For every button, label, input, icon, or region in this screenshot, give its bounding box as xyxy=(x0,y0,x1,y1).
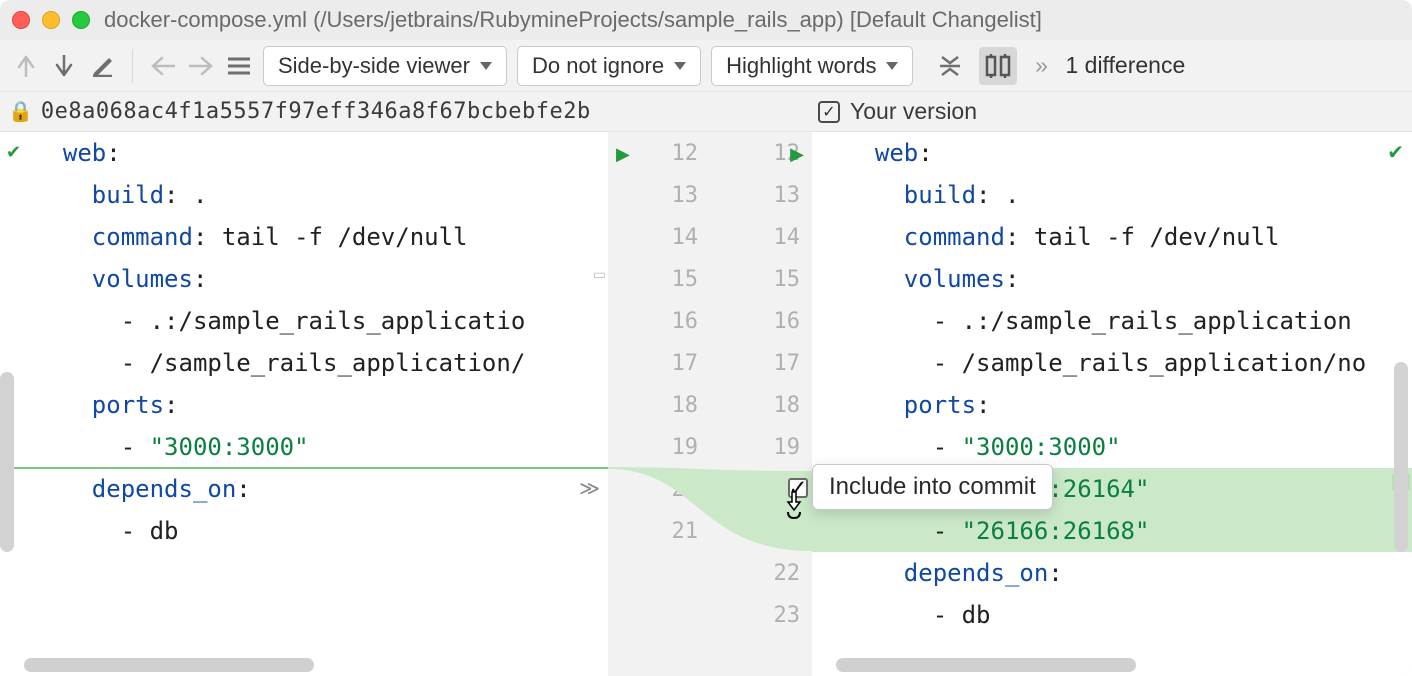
line-number[interactable]: 15 xyxy=(608,258,710,300)
line-number[interactable]: 13 xyxy=(608,174,710,216)
zoom-window-button[interactable] xyxy=(72,11,90,29)
code-line[interactable]: depends_on: xyxy=(812,552,1412,594)
code-line[interactable]: - /sample_rails_application/ xyxy=(0,342,608,384)
code-line[interactable]: - "26166:26168" xyxy=(812,510,1412,552)
fold-icon[interactable]: ▭ xyxy=(593,266,606,283)
line-number[interactable]: 15 xyxy=(710,258,812,300)
diff-toolbar: Side-by-side viewer Do not ignore Highli… xyxy=(0,40,1412,92)
collapse-unchanged-icon[interactable] xyxy=(931,47,969,85)
code-line[interactable]: ports: xyxy=(0,384,608,426)
prev-diff-icon[interactable] xyxy=(12,52,40,80)
right-code-pane[interactable]: ✔ web: build: . command: tail -f /dev/nu… xyxy=(812,132,1412,676)
line-number[interactable]: 19 xyxy=(608,426,710,468)
code-line[interactable]: - "3000:3000" xyxy=(0,426,608,468)
pane-headers: 🔒 0e8a068ac4f1a5557f97eff346a8f67bcbebfe… xyxy=(0,92,1412,132)
code-line[interactable]: - /sample_rails_application/no xyxy=(812,342,1412,384)
apply-change-icon[interactable]: ≫ xyxy=(579,476,600,501)
forward-icon[interactable] xyxy=(187,52,215,80)
code-line[interactable]: build: . xyxy=(812,174,1412,216)
expand-icon[interactable]: » xyxy=(1027,52,1055,80)
line-number[interactable]: 13 xyxy=(710,174,812,216)
close-window-button[interactable] xyxy=(12,11,30,29)
line-number[interactable]: 16 xyxy=(608,300,710,342)
lock-icon: 🔒 xyxy=(8,99,33,124)
code-line[interactable]: build: . xyxy=(0,174,608,216)
viewer-mode-dropdown[interactable]: Side-by-side viewer xyxy=(263,46,507,86)
diff-count: 1 difference xyxy=(1065,52,1185,79)
ignore-mode-label: Do not ignore xyxy=(532,53,664,79)
right-vertical-scrollbar[interactable] xyxy=(1394,132,1408,656)
line-number[interactable]: 23 xyxy=(710,594,812,636)
line-number[interactable]: 17 xyxy=(710,342,812,384)
code-line[interactable]: - "3000:3000" xyxy=(812,426,1412,468)
sync-scroll-icon[interactable] xyxy=(979,47,1017,85)
include-version-checkbox[interactable]: ✓ xyxy=(818,101,840,123)
code-line[interactable]: - .:/sample_rails_application xyxy=(812,300,1412,342)
tooltip: Include into commit xyxy=(812,464,1053,510)
code-line[interactable]: - .:/sample_rails_applicatio xyxy=(0,300,608,342)
tooltip-text: Include into commit xyxy=(829,473,1036,500)
chevron-down-icon xyxy=(480,62,492,70)
diff-window: docker-compose.yml (/Users/jetbrains/Rub… xyxy=(0,0,1412,676)
right-pane-header: ✓ Your version xyxy=(812,92,1412,131)
line-number[interactable]: 18 xyxy=(710,384,812,426)
left-vertical-scrollbar[interactable] xyxy=(0,132,14,656)
separator xyxy=(132,49,133,83)
viewer-mode-label: Side-by-side viewer xyxy=(278,53,470,79)
chevron-down-icon xyxy=(886,62,898,70)
code-line[interactable]: - db xyxy=(0,510,608,552)
diff-body: ✔ web: build: . command: tail -f /dev/nu… xyxy=(0,132,1412,676)
left-horizontal-scrollbar[interactable] xyxy=(0,658,608,672)
line-number[interactable]: 17 xyxy=(608,342,710,384)
window-controls xyxy=(12,11,90,29)
left-pane-header: 🔒 0e8a068ac4f1a5557f97eff346a8f67bcbebfe… xyxy=(0,92,608,131)
list-icon[interactable] xyxy=(225,52,253,80)
line-number[interactable]: 14 xyxy=(608,216,710,258)
commit-sha: 0e8a068ac4f1a5557f97eff346a8f67bcbebfe2b xyxy=(41,99,591,124)
back-icon[interactable] xyxy=(149,52,177,80)
window-title: docker-compose.yml (/Users/jetbrains/Rub… xyxy=(104,7,1042,33)
code-line[interactable]: depends_on: xyxy=(0,468,608,510)
line-number[interactable]: 16 xyxy=(710,300,812,342)
line-number-gutter: ▶ 12131415161718192021 ▶ ✓ 1213141516171… xyxy=(608,132,812,676)
edit-icon[interactable] xyxy=(88,52,116,80)
code-line[interactable]: web: xyxy=(812,132,1412,174)
cursor-icon xyxy=(782,490,810,527)
right-version-label: Your version xyxy=(850,98,977,125)
chevron-down-icon xyxy=(674,62,686,70)
highlight-mode-label: Highlight words xyxy=(726,53,876,79)
left-code-pane[interactable]: ✔ web: build: . command: tail -f /dev/nu… xyxy=(0,132,608,676)
code-line[interactable]: web: xyxy=(0,132,608,174)
code-line[interactable]: command: tail -f /dev/null xyxy=(0,216,608,258)
code-line[interactable]: command: tail -f /dev/null xyxy=(812,216,1412,258)
code-line[interactable]: ports: xyxy=(812,384,1412,426)
code-line[interactable]: - db xyxy=(812,594,1412,636)
minimize-window-button[interactable] xyxy=(42,11,60,29)
line-number[interactable]: 22 xyxy=(710,552,812,594)
diff-marker-line xyxy=(0,467,608,469)
code-line[interactable]: volumes: xyxy=(0,258,608,300)
ignore-mode-dropdown[interactable]: Do not ignore xyxy=(517,46,701,86)
code-line[interactable]: volumes: xyxy=(812,258,1412,300)
next-diff-icon[interactable] xyxy=(50,52,78,80)
line-number[interactable]: 18 xyxy=(608,384,710,426)
titlebar: docker-compose.yml (/Users/jetbrains/Rub… xyxy=(0,0,1412,40)
right-horizontal-scrollbar[interactable] xyxy=(812,658,1412,672)
run-icon[interactable]: ▶ xyxy=(616,144,630,165)
highlight-mode-dropdown[interactable]: Highlight words xyxy=(711,46,913,86)
line-number[interactable]: 19 xyxy=(710,426,812,468)
run-icon[interactable]: ▶ xyxy=(790,144,804,165)
line-number[interactable]: 14 xyxy=(710,216,812,258)
